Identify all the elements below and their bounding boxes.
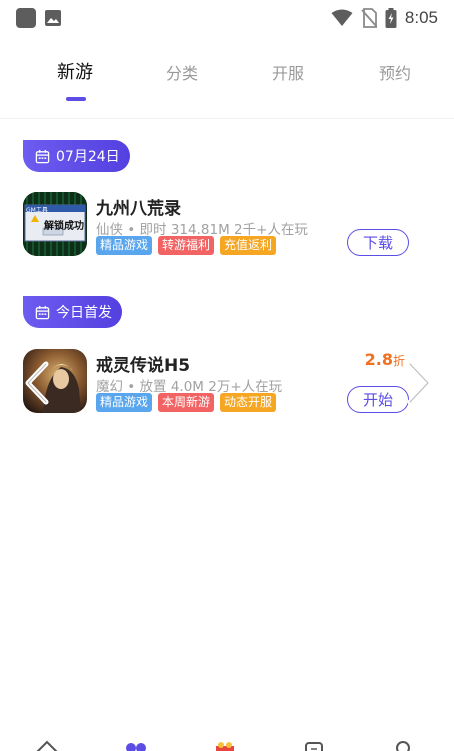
- no-sim-icon: [361, 8, 377, 28]
- tag: 精品游戏: [96, 236, 153, 255]
- active-tab-indicator: [66, 97, 86, 101]
- game-icon-caption: GM工具: [26, 207, 48, 214]
- trade-icon[interactable]: [301, 738, 327, 751]
- tab-server-open[interactable]: 开服: [272, 60, 304, 84]
- start-button[interactable]: 开始: [347, 386, 409, 413]
- game-meta: 仙侠 • 即时 314.81M 2千+人在玩: [96, 222, 308, 238]
- bottom-nav: [0, 734, 454, 751]
- tab-reservations[interactable]: 预约: [379, 60, 411, 84]
- divider: [0, 118, 454, 119]
- date-label: 07月24日: [56, 149, 120, 165]
- tab-new-games[interactable]: 新游: [57, 58, 93, 84]
- tag: 充值返利: [220, 236, 277, 255]
- chevron-right-icon[interactable]: [404, 360, 434, 406]
- game-item[interactable]: 解锁成功 GM工具 九州八荒录 仙侠 • 即时 314.81M 2千+人在玩 精…: [23, 192, 433, 262]
- discount-value: 2.8: [364, 350, 393, 369]
- discount-label: 2.8折: [365, 350, 405, 369]
- gift-icon[interactable]: [212, 738, 238, 751]
- status-bar: 8:05: [0, 0, 454, 36]
- game-meta: 魔幻 • 放置 4.0M 2万+人在玩: [96, 379, 283, 395]
- game-item[interactable]: 戒灵传说H5 2.8折 魔幻 • 放置 4.0M 2万+人在玩 精品游戏 本周新…: [23, 349, 433, 419]
- game-tags: 精品游戏 本周新游 动态开服: [96, 393, 277, 412]
- image-icon: [45, 10, 61, 26]
- home-icon[interactable]: [34, 738, 60, 751]
- date-pill: 07月24日: [23, 140, 130, 172]
- calendar-icon: [35, 149, 50, 163]
- app-square-icon: [16, 8, 36, 28]
- tag: 本周新游: [158, 393, 215, 412]
- chevron-left-icon[interactable]: [22, 360, 52, 406]
- tag: 转游福利: [158, 236, 215, 255]
- games-icon[interactable]: [123, 738, 149, 751]
- clock: 8:05: [404, 8, 438, 27]
- game-icon-text: 解锁成功: [44, 221, 84, 232]
- game-name: 戒灵传说H5: [96, 356, 191, 376]
- profile-icon[interactable]: [390, 738, 416, 751]
- tab-categories[interactable]: 分类: [166, 60, 198, 84]
- download-button[interactable]: 下载: [347, 229, 409, 256]
- battery-icon: [385, 8, 397, 28]
- top-tabs: 新游 分类 开服 预约: [0, 52, 454, 102]
- game-tags: 精品游戏 转游福利 充值返利: [96, 236, 277, 255]
- wifi-icon: [331, 9, 353, 26]
- date-label: 今日首发: [56, 305, 112, 321]
- calendar-icon: [35, 305, 50, 319]
- tag: 动态开服: [220, 393, 277, 412]
- tag: 精品游戏: [96, 393, 153, 412]
- date-pill: 今日首发: [23, 296, 122, 328]
- game-name: 九州八荒录: [96, 199, 181, 219]
